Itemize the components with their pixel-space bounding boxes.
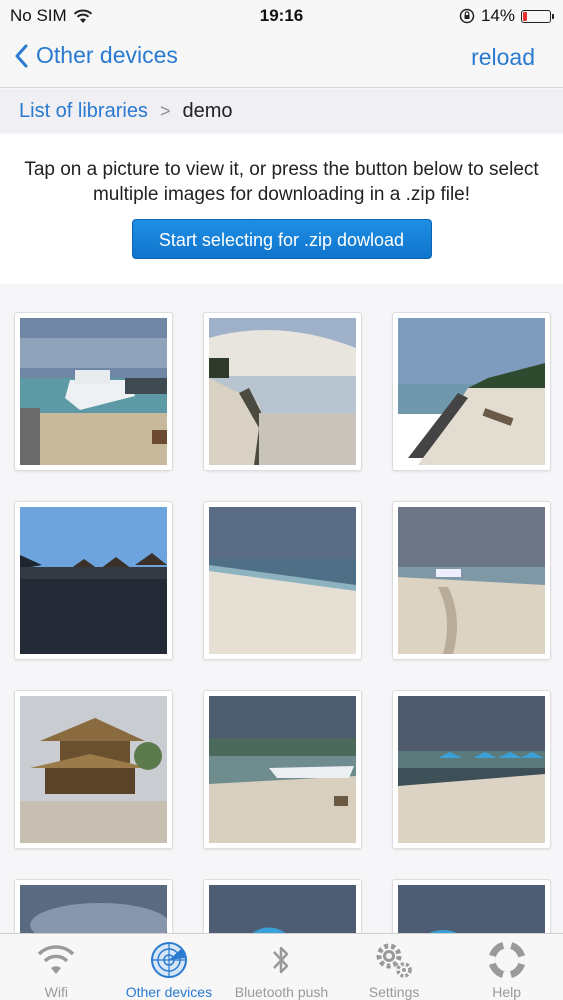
bluetooth-icon xyxy=(225,940,338,980)
breadcrumb-separator: > xyxy=(159,100,171,121)
wifi-icon xyxy=(0,940,113,980)
breadcrumb: List of libraries > demo xyxy=(0,89,563,133)
status-right: 14% xyxy=(459,6,554,26)
battery-percent: 14% xyxy=(480,6,515,25)
photo-image xyxy=(398,507,545,654)
back-label: Other devices xyxy=(36,42,178,68)
photo-thumbnail[interactable] xyxy=(14,501,173,660)
tab-label: Other devices xyxy=(125,984,213,1000)
tab-other-devices[interactable]: Other devices xyxy=(113,934,226,1000)
photo-image xyxy=(398,696,545,843)
status-bar: No SIM 19:16 14% xyxy=(0,0,563,30)
tab-label: Wifi xyxy=(44,984,68,1000)
navigation-bar: Other devices reload xyxy=(0,30,563,88)
lifebuoy-icon xyxy=(450,940,563,980)
orientation-lock-icon xyxy=(459,8,475,24)
photo-thumbnail[interactable] xyxy=(203,312,362,471)
tab-label: Bluetooth push xyxy=(234,984,329,1000)
tab-bar: Wifi Other devices Bluetooth push Settin… xyxy=(0,933,563,1000)
breadcrumb-libraries-link[interactable]: List of libraries xyxy=(19,100,148,123)
photo-image xyxy=(209,507,356,654)
photo-thumbnail[interactable] xyxy=(14,690,173,849)
chevron-left-icon xyxy=(15,44,28,67)
reload-button[interactable]: reload xyxy=(471,44,535,71)
photo-thumbnail[interactable] xyxy=(203,690,362,849)
start-zip-selection-button[interactable]: Start selecting for .zip dowload xyxy=(131,219,432,259)
instructions-text: Tap on a picture to view it, or press th… xyxy=(24,159,539,205)
photo-image xyxy=(20,318,167,465)
photo-thumbnail[interactable] xyxy=(392,690,551,849)
battery-icon xyxy=(521,9,554,23)
photo-thumbnail[interactable] xyxy=(392,501,551,660)
tab-label: Settings xyxy=(368,984,420,1000)
photo-image xyxy=(20,507,167,654)
tab-settings[interactable]: Settings xyxy=(338,934,451,1000)
photo-image xyxy=(209,696,356,843)
gears-icon xyxy=(338,940,451,980)
tab-help[interactable]: Help xyxy=(450,934,563,1000)
instructions-panel: Tap on a picture to view it, or press th… xyxy=(0,134,563,284)
photo-thumbnail[interactable] xyxy=(392,312,551,471)
photo-image xyxy=(209,318,356,465)
breadcrumb-current: demo xyxy=(182,99,233,122)
tab-wifi[interactable]: Wifi xyxy=(0,934,113,1000)
photo-image xyxy=(20,696,167,843)
back-button[interactable]: Other devices xyxy=(14,42,178,69)
tab-bluetooth-push[interactable]: Bluetooth push xyxy=(225,934,338,1000)
photo-thumbnail[interactable] xyxy=(203,501,362,660)
photo-image xyxy=(398,318,545,465)
tab-label: Help xyxy=(492,984,522,1000)
photo-thumbnail[interactable] xyxy=(14,312,173,471)
radar-icon xyxy=(113,940,226,980)
